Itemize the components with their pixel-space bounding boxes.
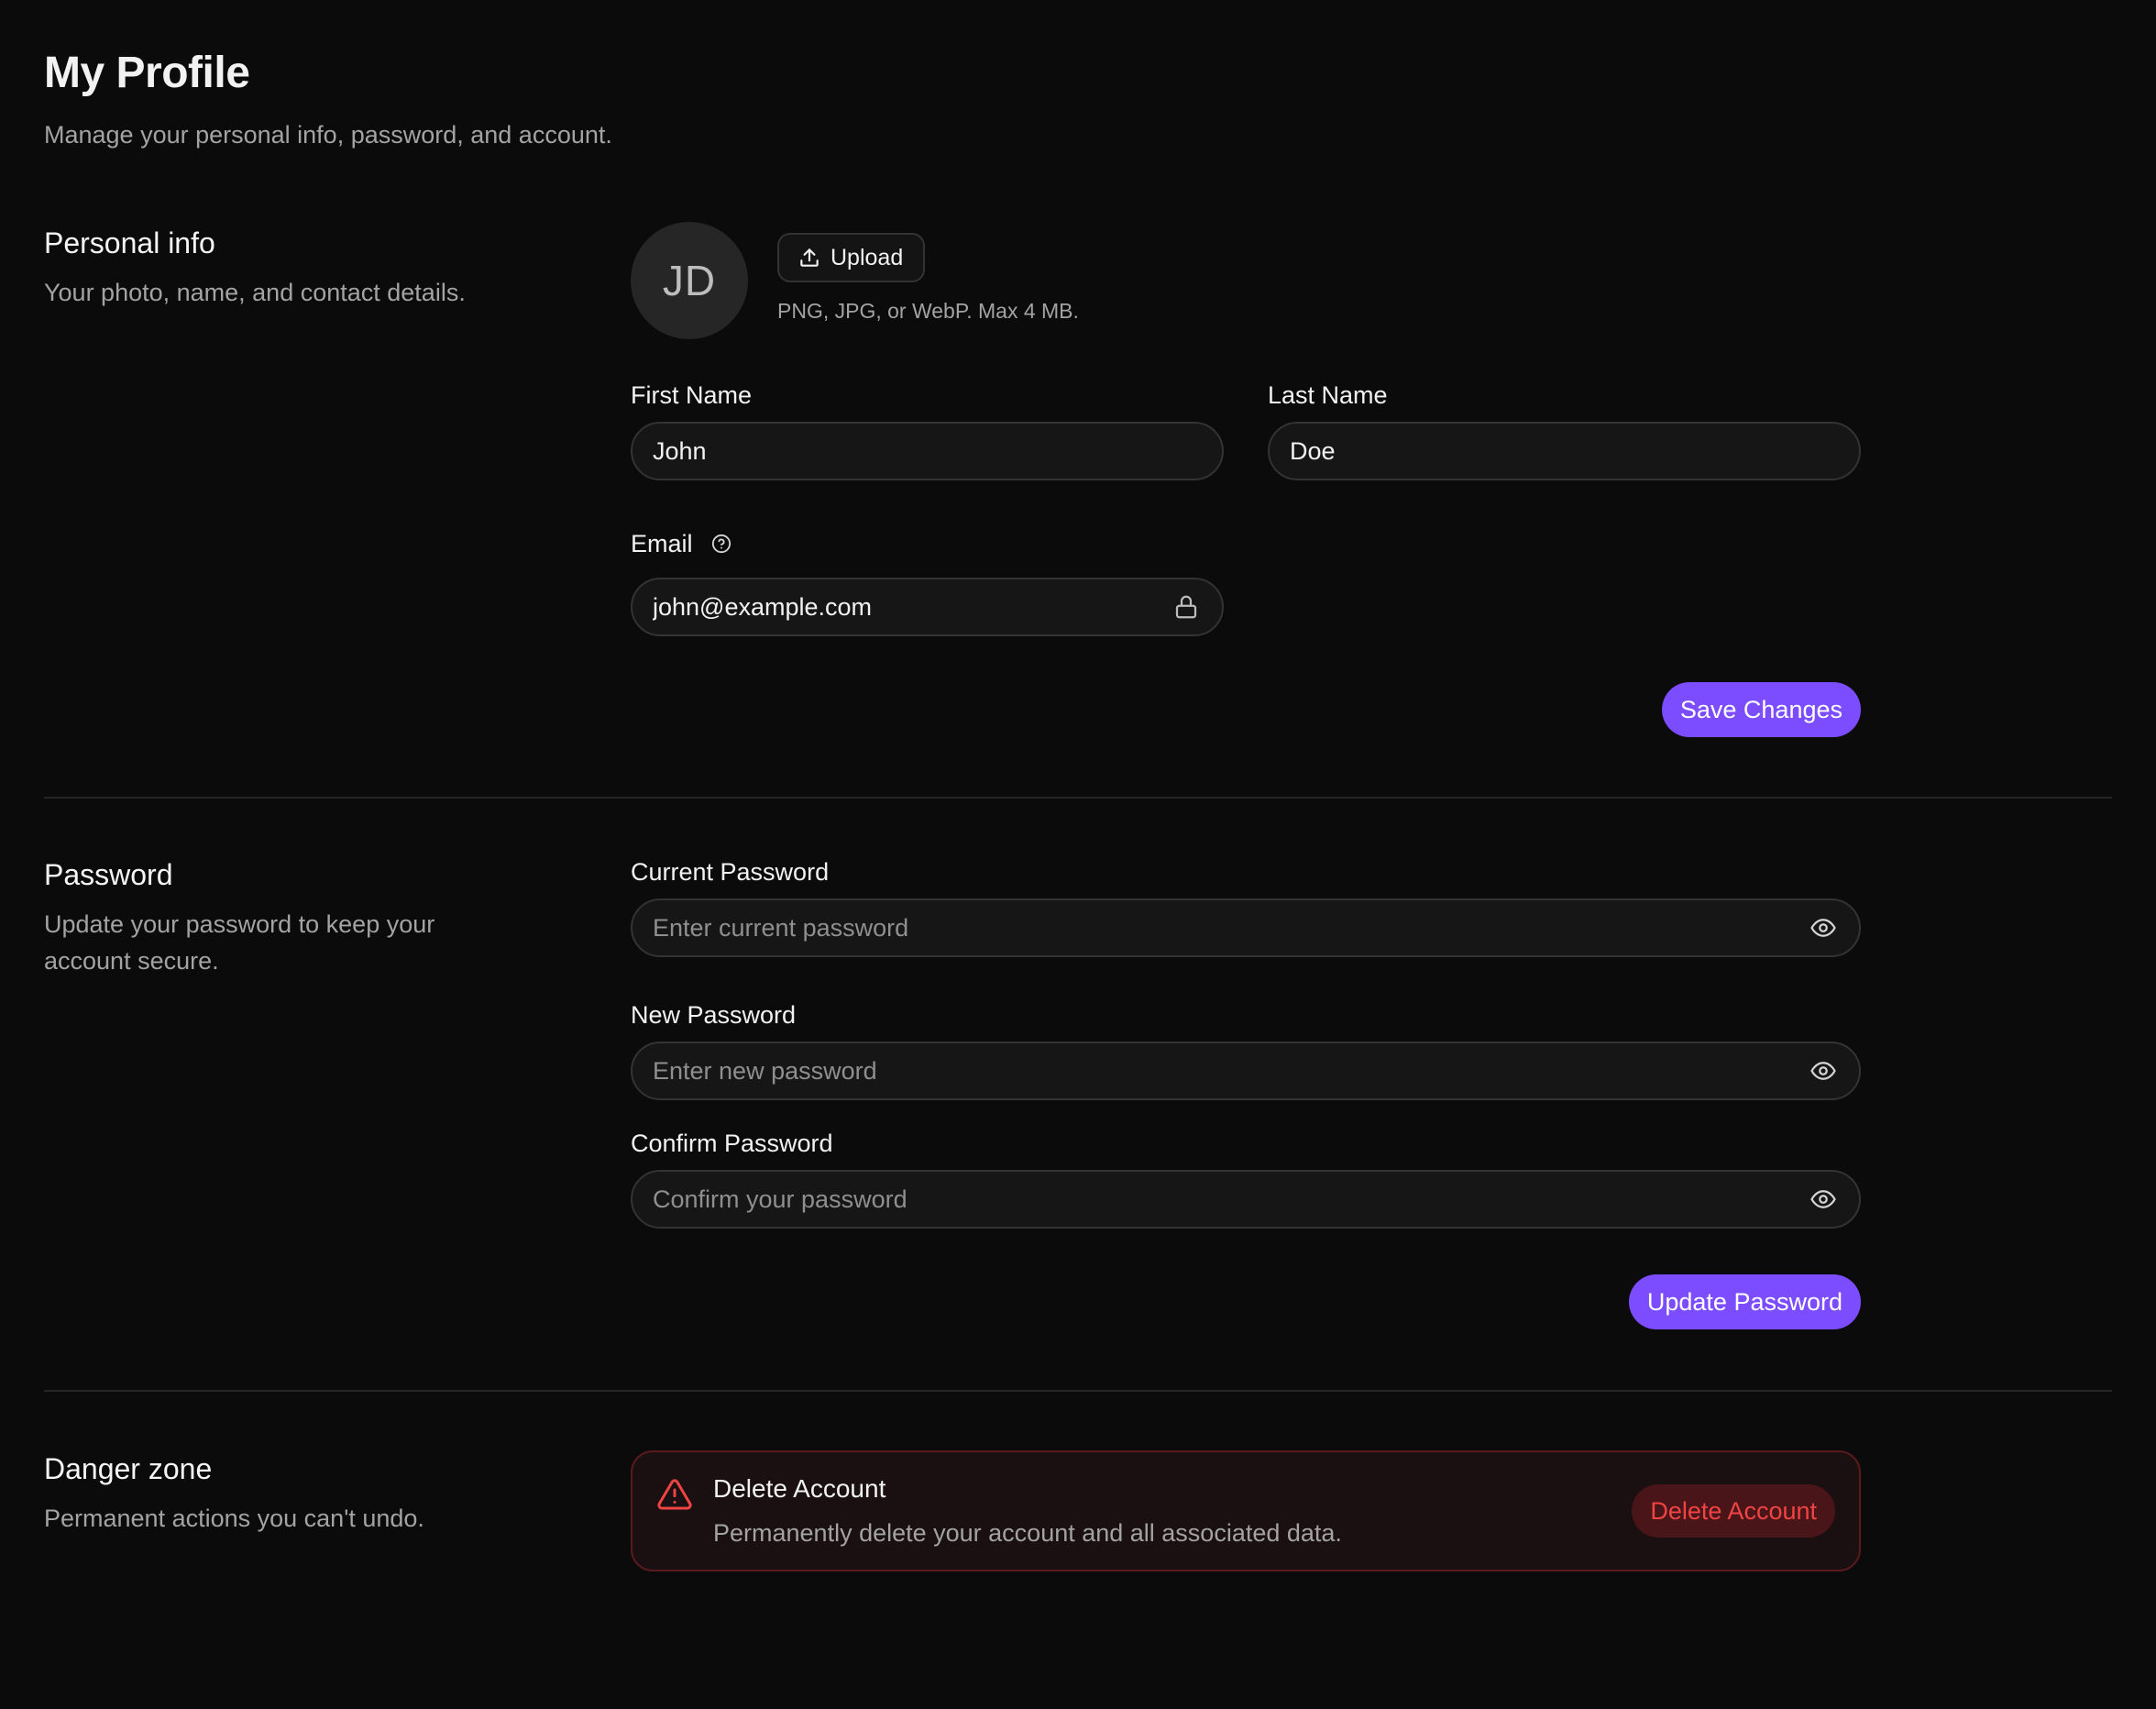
page-title: My Profile bbox=[44, 49, 250, 97]
password-section: Password Update your password to keep yo… bbox=[44, 799, 2112, 1392]
eye-icon[interactable] bbox=[1810, 1057, 1837, 1085]
update-password-button[interactable]: Update Password bbox=[1628, 1274, 1861, 1329]
warning-triangle-icon bbox=[656, 1476, 693, 1513]
last-name-input-wrap bbox=[1268, 422, 1861, 480]
upload-label: Upload bbox=[830, 244, 904, 270]
email-label: Email bbox=[631, 530, 693, 557]
password-heading: Password Update your password to keep yo… bbox=[44, 856, 631, 1329]
last-name-field: Last Name bbox=[1268, 380, 1861, 480]
first-name-label: First Name bbox=[631, 381, 753, 409]
delete-account-description: Permanently delete your account and all … bbox=[713, 1519, 1342, 1547]
danger-zone-content: Delete Account Permanently delete your a… bbox=[631, 1450, 1861, 1571]
email-field: Email bbox=[631, 528, 1224, 636]
email-label-row: Email bbox=[631, 528, 1224, 559]
new-password-input-wrap bbox=[631, 1042, 1861, 1100]
confirm-password-input-wrap bbox=[631, 1170, 1861, 1229]
first-name-field: First Name bbox=[631, 380, 1224, 480]
name-row: First Name Last Name bbox=[631, 380, 1861, 480]
section-description: Permanent actions you can't undo. bbox=[44, 1505, 424, 1532]
section-title: Password bbox=[44, 858, 173, 891]
delete-account-text: Delete Account Permanently delete your a… bbox=[713, 1473, 1342, 1549]
current-password-input-wrap bbox=[631, 899, 1861, 957]
confirm-password-field: Confirm Password bbox=[631, 1128, 1861, 1229]
avatar: JD bbox=[631, 222, 748, 339]
lock-icon bbox=[1172, 593, 1200, 621]
email-input[interactable] bbox=[632, 579, 1222, 634]
help-circle-icon[interactable] bbox=[711, 534, 732, 554]
personal-info-heading: Personal info Your photo, name, and cont… bbox=[44, 222, 631, 737]
danger-zone-heading: Danger zone Permanent actions you can't … bbox=[44, 1450, 631, 1571]
upload-column: Upload PNG, JPG, or WebP. Max 4 MB. bbox=[777, 222, 1079, 324]
save-changes-button[interactable]: Save Changes bbox=[1661, 682, 1861, 737]
profile-page: My Profile Manage your personal info, pa… bbox=[0, 0, 2156, 1709]
current-password-input[interactable] bbox=[632, 900, 1859, 955]
personal-info-form: JD Upload PNG, JPG, or WebP. Max 4 MB. F… bbox=[631, 222, 1861, 737]
eye-icon[interactable] bbox=[1810, 914, 1837, 942]
new-password-field: New Password bbox=[631, 999, 1861, 1100]
upload-hint: PNG, JPG, or WebP. Max 4 MB. bbox=[777, 299, 1079, 323]
password-form: Current Password New Password Confirm Pa… bbox=[631, 856, 1861, 1329]
delete-account-button[interactable]: Delete Account bbox=[1632, 1484, 1835, 1538]
current-password-label: Current Password bbox=[631, 858, 830, 886]
confirm-password-label: Confirm Password bbox=[631, 1130, 833, 1157]
last-name-label: Last Name bbox=[1268, 381, 1388, 409]
email-input-wrap bbox=[631, 578, 1224, 636]
current-password-field: Current Password bbox=[631, 856, 1861, 957]
avatar-row: JD Upload PNG, JPG, or WebP. Max 4 MB. bbox=[631, 222, 1861, 339]
danger-zone-section: Danger zone Permanent actions you can't … bbox=[44, 1392, 2112, 1571]
password-actions: Update Password bbox=[631, 1274, 1861, 1329]
delete-account-card: Delete Account Permanently delete your a… bbox=[631, 1450, 1861, 1571]
new-password-label: New Password bbox=[631, 1001, 797, 1029]
upload-icon bbox=[798, 246, 830, 270]
page-subtitle: Manage your personal info, password, and… bbox=[44, 121, 612, 149]
new-password-input[interactable] bbox=[632, 1043, 1859, 1098]
first-name-input-wrap bbox=[631, 422, 1224, 480]
section-description: Update your password to keep your accoun… bbox=[44, 910, 435, 975]
eye-icon[interactable] bbox=[1810, 1185, 1837, 1213]
confirm-password-input[interactable] bbox=[632, 1172, 1859, 1227]
personal-actions: Save Changes bbox=[631, 682, 1861, 737]
delete-account-title: Delete Account bbox=[713, 1474, 886, 1503]
first-name-input[interactable] bbox=[632, 424, 1222, 479]
last-name-input[interactable] bbox=[1270, 424, 1859, 479]
section-description: Your photo, name, and contact details. bbox=[44, 279, 466, 306]
personal-info-section: Personal info Your photo, name, and cont… bbox=[44, 222, 2112, 799]
upload-button[interactable]: Upload bbox=[777, 233, 926, 282]
section-title: Danger zone bbox=[44, 1452, 213, 1485]
section-title: Personal info bbox=[44, 226, 215, 259]
page-header: My Profile Manage your personal info, pa… bbox=[44, 0, 2112, 150]
